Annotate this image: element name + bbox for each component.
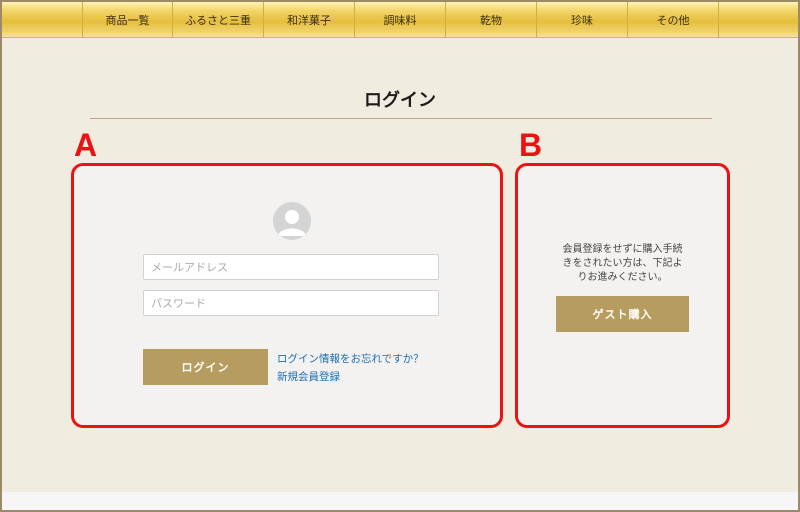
user-avatar-icon <box>273 202 311 240</box>
nav-item-dried-goods[interactable]: 乾物 <box>446 2 537 38</box>
footer-strip <box>2 492 798 510</box>
login-panel: ログイン ログイン情報をお忘れですか？ 新規会員登録 <box>71 163 503 428</box>
guest-text-line: りお進みください。 <box>577 272 668 283</box>
forgot-login-link[interactable]: ログイン情報をお忘れですか？ <box>277 351 424 366</box>
guest-panel: 会員登録をせずに購入手続 きをされたい方は、下記よ りお進みください。 ゲスト購… <box>515 163 730 428</box>
page-title: ログイン <box>364 90 436 111</box>
guest-text-line: きをされたい方は、下記よ <box>562 258 683 269</box>
guest-text-line: 会員登録をせずに購入手続 <box>562 244 683 255</box>
nav-item-delicacies[interactable]: 珍味 <box>537 2 628 38</box>
password-input[interactable] <box>143 290 439 316</box>
top-nav-bar: 商品一覧 ふるさと三重 和洋菓子 調味料 乾物 珍味 その他 <box>2 2 798 38</box>
guest-description: 会員登録をせずに購入手続 きをされたい方は、下記よ りお進みください。 <box>518 243 727 285</box>
annotation-marker-b: B <box>519 127 543 163</box>
title-divider <box>90 118 712 119</box>
nav-item-sweets[interactable]: 和洋菓子 <box>264 2 355 38</box>
login-button[interactable]: ログイン <box>143 349 268 385</box>
annotation-marker-a: A <box>74 127 98 163</box>
nav-item-products[interactable]: 商品一覧 <box>82 2 173 38</box>
nav-menu: 商品一覧 ふるさと三重 和洋菓子 調味料 乾物 珍味 その他 <box>82 2 719 38</box>
email-input[interactable] <box>143 254 439 280</box>
nav-item-furusato-mie[interactable]: ふるさと三重 <box>173 2 264 38</box>
nav-item-seasonings[interactable]: 調味料 <box>355 2 446 38</box>
guest-purchase-button[interactable]: ゲスト購入 <box>556 296 689 332</box>
register-link[interactable]: 新規会員登録 <box>277 369 340 384</box>
nav-item-others[interactable]: その他 <box>628 2 719 38</box>
